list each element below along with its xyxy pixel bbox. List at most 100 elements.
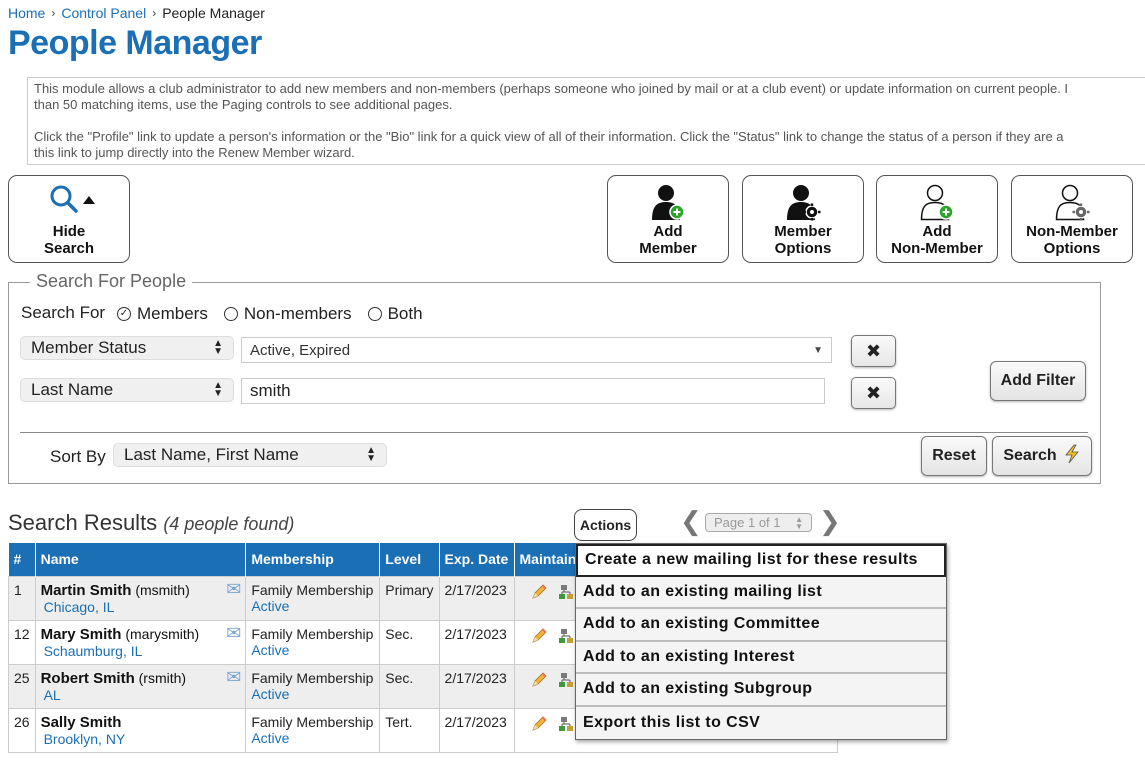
page-title: People Manager (8, 24, 262, 62)
non-member-settings-icon (1051, 182, 1093, 228)
breadcrumb: Home › Control Panel › People Manager (8, 5, 265, 21)
person-name-link[interactable]: Sally Smith (41, 714, 122, 731)
page-select-value: Page 1 of 1 (714, 515, 781, 530)
status-link[interactable]: Active (251, 686, 374, 702)
breadcrumb-home-link[interactable]: Home (8, 5, 45, 21)
column-header-level[interactable]: Level (379, 543, 440, 576)
member-tree-icon[interactable] (558, 670, 573, 693)
sort-by-value: Last Name, First Name (124, 445, 299, 464)
cell-num: 1 (8, 575, 36, 621)
breadcrumb-control-panel-link[interactable]: Control Panel (61, 5, 146, 21)
actions-menu-item[interactable]: Add to an existing Subgroup (576, 674, 946, 707)
radio-non-members-label: Non-members (243, 304, 352, 323)
cell-membership: Family Membership Active (245, 663, 381, 709)
filter-field-value: Last Name (31, 380, 114, 399)
breadcrumb-separator: › (152, 6, 157, 20)
member-options-button[interactable]: Member Options (742, 175, 864, 263)
email-icon[interactable]: ✉ (226, 624, 241, 642)
last-name-input-value: smith (250, 381, 291, 400)
actions-menu-item[interactable]: Export this list to CSV (576, 706, 946, 739)
prev-page-icon[interactable]: ❮ (680, 506, 702, 537)
caret-up-icon (82, 192, 96, 209)
column-header-name[interactable]: Name (35, 543, 247, 576)
non-member-options-button[interactable]: Non-Member Options (1011, 175, 1133, 263)
member-tree-icon[interactable] (558, 582, 573, 605)
results-count: (4 people found) (163, 514, 295, 534)
person-username: (msmith) (135, 581, 190, 598)
remove-filter-button[interactable]: ✖ (851, 335, 896, 367)
column-header-membership[interactable]: Membership (245, 543, 381, 576)
intro-text: This module allows a club administrator … (27, 77, 1145, 165)
edit-pencil-icon[interactable] (529, 670, 549, 693)
actions-menu-item[interactable]: Add to an existing mailing list (576, 576, 946, 609)
add-member-button[interactable]: Add Member (607, 175, 729, 263)
updown-arrow-icon: ▲ ▼ (795, 514, 803, 531)
search-icon (49, 184, 79, 218)
edit-pencil-icon[interactable] (529, 582, 549, 605)
person-username: (marysmith) (125, 625, 200, 642)
email-icon[interactable]: ✉ (226, 580, 241, 598)
status-link[interactable]: Active (251, 598, 374, 614)
cell-exp-date: 2/17/2023 (438, 619, 515, 665)
radio-both-label: Both (387, 304, 423, 323)
member-tree-icon[interactable] (558, 714, 573, 737)
edit-pencil-icon[interactable] (529, 714, 549, 737)
person-location: Chicago, IL (43, 598, 115, 615)
cell-level: Tert. (379, 707, 440, 753)
email-icon[interactable]: ✉ (226, 668, 241, 686)
updown-arrow-icon: ▲ ▼ (213, 338, 223, 357)
person-name-link[interactable]: Robert Smith (41, 670, 135, 687)
cell-exp-date: 2/17/2023 (438, 663, 515, 709)
add-member-icon (647, 182, 689, 228)
filter-field-select[interactable]: Last Name ▲ ▼ (20, 378, 234, 402)
cell-level: Sec. (379, 619, 440, 665)
sort-by-select[interactable]: Last Name, First Name ▲ ▼ (113, 443, 387, 467)
add-filter-button[interactable]: Add Filter (990, 361, 1086, 401)
membership-type: Family Membership (251, 625, 374, 642)
add-non-member-button[interactable]: Add Non-Member (876, 175, 998, 263)
page-select[interactable]: Page 1 of 1 ▲ ▼ (705, 513, 812, 532)
cell-level: Primary (379, 575, 440, 621)
search-panel-legend: Search For People (30, 271, 193, 292)
person-name-link[interactable]: Martin Smith (41, 582, 132, 599)
cell-name: ✉ Mary Smith (marysmith) Schaumburg, IL (34, 619, 247, 665)
add-non-member-label: Non-Member (891, 240, 983, 257)
hide-search-button[interactable]: Hide Search (8, 175, 130, 263)
column-header-num[interactable]: # (8, 543, 36, 576)
next-page-icon[interactable]: ❯ (819, 506, 841, 537)
radio-non-members[interactable]: Non-members (223, 304, 352, 324)
dropdown-arrow-icon: ▼ (813, 344, 823, 356)
cell-name: ✉ Robert Smith (rsmith) AL (34, 663, 247, 709)
actions-menu-item[interactable]: Add to an existing Interest (576, 641, 946, 674)
person-name-link[interactable]: Mary Smith (41, 626, 122, 643)
status-link[interactable]: Active (251, 642, 374, 658)
person-location: Schaumburg, IL (43, 642, 143, 659)
status-link[interactable]: Active (251, 730, 374, 746)
membership-type: Family Membership (251, 581, 374, 598)
actions-menu-item[interactable]: Create a new mailing list for these resu… (576, 544, 946, 577)
member-tree-icon[interactable] (558, 626, 573, 649)
edit-pencil-icon[interactable] (529, 626, 549, 649)
sort-by-label: Sort By (50, 447, 106, 466)
radio-both[interactable]: Both (367, 304, 423, 324)
filter-value-combo[interactable]: Active, Expired ▼ (241, 337, 832, 363)
radio-members-label: Members (137, 304, 208, 323)
filter-field-select[interactable]: Member Status ▲ ▼ (20, 336, 234, 360)
actions-button[interactable]: Actions (574, 509, 637, 541)
actions-menu-item[interactable]: Add to an existing Committee (576, 609, 946, 642)
radio-members[interactable]: ✓ Members (117, 304, 208, 324)
search-button[interactable]: Search (992, 436, 1092, 476)
cell-num: 12 (8, 619, 36, 665)
intro-line: Click the "Profile" link to update a per… (34, 129, 1064, 144)
last-name-input[interactable]: smith (241, 378, 825, 404)
add-member-label: Member (639, 240, 697, 257)
hide-search-label: Hide (52, 223, 86, 240)
remove-filter-button[interactable]: ✖ (851, 377, 896, 409)
reset-button[interactable]: Reset (921, 436, 987, 476)
column-header-exp-date[interactable]: Exp. Date (439, 543, 515, 576)
cell-name: Sally Smith Brooklyn, NY (34, 707, 247, 753)
radio-unchecked-icon (367, 307, 382, 321)
breadcrumb-separator: › (51, 6, 56, 20)
cell-name: ✉ Martin Smith (msmith) Chicago, IL (34, 575, 247, 621)
results-title-text: Search Results (8, 510, 158, 535)
